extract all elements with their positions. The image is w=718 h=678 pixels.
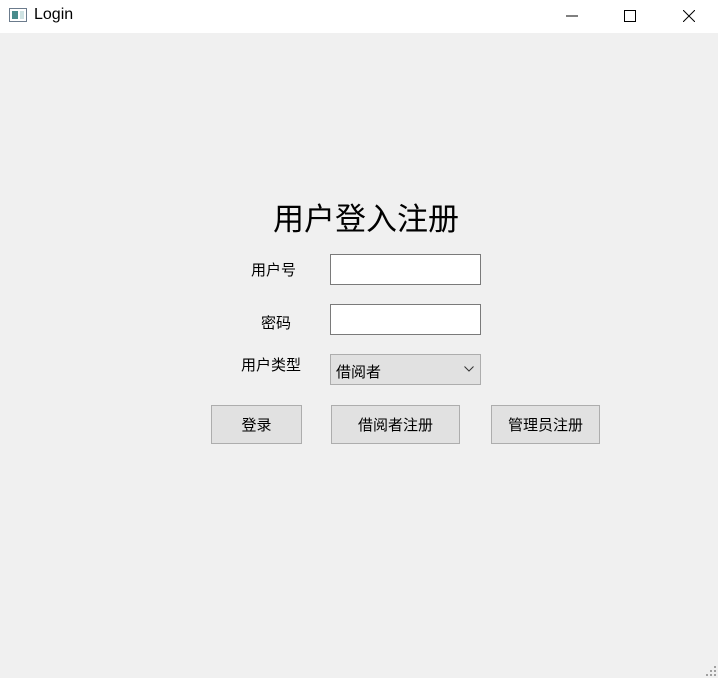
login-button[interactable]: 登录 <box>211 405 302 444</box>
username-input[interactable] <box>330 254 481 285</box>
minimize-icon <box>566 15 578 17</box>
minimize-button[interactable] <box>543 0 601 32</box>
user-type-select[interactable]: 借阅者 <box>330 354 481 385</box>
window-title: Login <box>34 6 74 23</box>
user-type-selected-value: 借阅者 <box>336 363 382 381</box>
username-label: 用户号 <box>251 261 297 279</box>
page-title: 用户登入注册 <box>273 202 459 238</box>
maximize-button[interactable] <box>601 0 659 32</box>
admin-register-button[interactable]: 管理员注册 <box>491 405 600 444</box>
app-window-icon <box>9 8 27 22</box>
close-button[interactable] <box>660 0 718 32</box>
title-bar: Login <box>0 0 718 33</box>
password-label: 密码 <box>261 314 292 332</box>
password-input[interactable] <box>330 304 481 335</box>
user-type-label: 用户类型 <box>241 356 302 374</box>
resize-grip[interactable] <box>706 666 716 676</box>
reader-register-button[interactable]: 借阅者注册 <box>331 405 460 444</box>
maximize-icon <box>624 10 636 22</box>
chevron-down-icon <box>464 366 474 372</box>
close-icon <box>683 10 695 22</box>
